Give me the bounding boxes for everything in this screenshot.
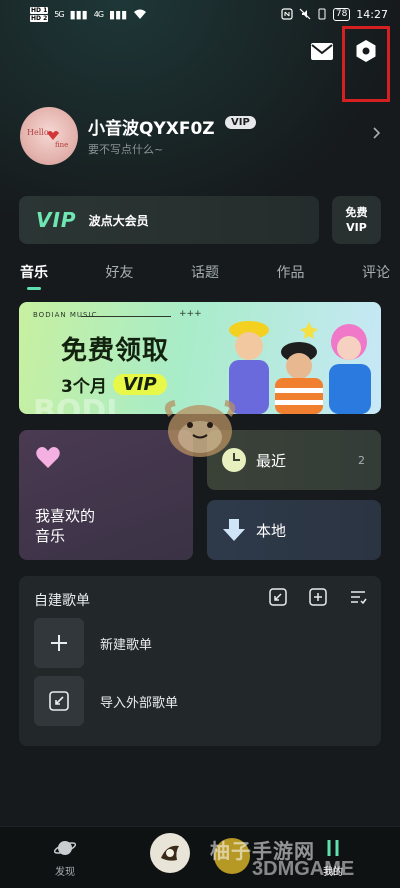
network2-label: 4G [93,9,104,19]
local-card[interactable]: 本地 [207,500,381,560]
site-watermark-en: 3DMGAME [252,858,355,880]
highlight-annotation [342,26,390,102]
wifi-icon [134,9,147,19]
local-label: 本地 [256,521,287,540]
banner-line [81,316,171,317]
free-vip-button[interactable]: 免费 VIP [332,196,381,244]
banner-headline: 免费领取 [61,336,170,366]
favorite-music-label: 我喜欢的 音乐 [35,506,95,546]
custom-playlists-title: 自建歌单 [34,593,90,609]
sim2-label: HD 2 [30,14,49,22]
vibrate-icon [318,8,326,20]
network1-label: 5G [54,9,64,19]
music-disc-icon [161,845,179,861]
sim-indicators: HD 1 HD 2 [30,6,49,22]
import-playlist-box [34,676,84,726]
vip-logo: VIP [36,208,77,232]
download-icon [223,519,245,541]
recent-count: 2 [358,453,365,467]
banner-dots: +++ [179,309,202,319]
free-vip-line2: VIP [346,221,367,234]
svg-text:fine: fine [55,141,68,149]
planet-icon [54,841,76,855]
signal-icon: ▮▮▮ [69,7,88,21]
banner-brand: BODIAN MUSIC [33,311,98,319]
new-playlist-label: 新建歌单 [100,637,153,653]
sim1-label: HD 1 [30,6,49,14]
playlist-actions [269,588,367,606]
vip-badge: VIP [225,116,256,129]
now-playing-button[interactable] [150,833,190,873]
vip-membership-label: 波点大会员 [88,213,149,228]
nav-discover-label: 发现 [55,867,75,878]
free-vip-line1: 免费 [345,206,368,219]
nfc-icon [281,8,293,20]
mail-icon [311,43,333,60]
mute-icon [299,8,311,20]
signature-text[interactable]: 要不写点什么~ [88,141,163,157]
avatar[interactable]: Hello fine [20,107,78,165]
clock-time: 14:27 [356,7,388,21]
username[interactable]: 小音波QYXF0Z [88,114,215,139]
manage-list-icon[interactable] [349,588,367,606]
tab-comments[interactable]: 评论 [362,262,390,290]
tab-friends[interactable]: 好友 [106,262,134,290]
favorite-line1: 我喜欢的 [35,507,96,525]
add-playlist-icon[interactable] [309,588,327,606]
nav-discover[interactable]: 发现 [54,837,76,878]
signal-icon-2: ▮▮▮ [109,7,128,21]
import-playlist-item[interactable]: 导入外部歌单 [34,676,178,726]
import-playlist-label: 导入外部歌单 [100,695,179,711]
svg-text:Hello: Hello [27,128,49,137]
tab-topics[interactable]: 话题 [191,262,219,290]
new-playlist-item[interactable]: 新建歌单 [34,618,152,668]
avatar-doodle-icon: Hello fine [27,128,68,149]
favorite-line2: 音乐 [35,527,66,545]
battery-level: 78 [332,7,351,21]
chevron-right-icon[interactable] [371,126,381,140]
plus-icon [51,635,67,651]
import-icon [49,691,69,711]
vip-membership-card[interactable]: VIP 波点大会员 [19,196,319,244]
custom-playlists-section: 自建歌单 新建歌单 导入外部歌单 [19,576,381,746]
new-playlist-box [34,618,84,668]
import-action-icon[interactable] [269,588,287,606]
profile-tabs: 音乐 好友 话题 作品 评论 [20,262,390,290]
tab-music[interactable]: 音乐 [20,262,48,290]
status-bar: HD 1 HD 2 5G ▮▮▮ 4G ▮▮▮ 78 14:27 [0,0,400,28]
tab-works[interactable]: 作品 [277,262,305,290]
banner-watermark: BODI [33,394,118,414]
mascot-icon[interactable] [155,385,245,465]
profile-tab-icon [327,840,339,856]
recent-label: 最近 [256,451,287,470]
mail-button[interactable] [311,43,333,60]
heart-icon [36,447,60,468]
